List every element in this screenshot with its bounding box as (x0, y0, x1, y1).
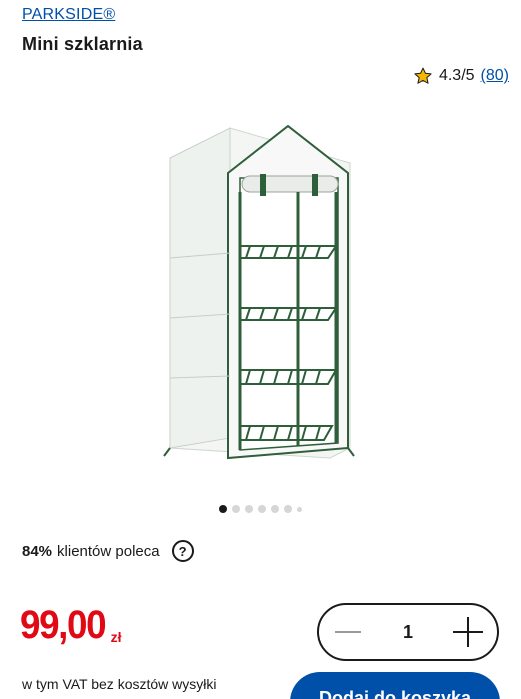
carousel-dot[interactable] (271, 505, 279, 513)
price-amount: 99,00 (20, 603, 107, 647)
quantity-stepper: 1 (317, 603, 499, 661)
recommend-text: klientów poleca (57, 542, 160, 560)
product-image[interactable] (160, 118, 360, 478)
add-to-cart-button[interactable]: Dodaj do koszyka (290, 672, 500, 699)
help-icon[interactable]: ? (171, 540, 194, 562)
brand-link[interactable]: PARKSIDE® (22, 6, 115, 24)
rating-summary: 4.3/5 (80) (413, 66, 509, 86)
greenhouse-image (163, 124, 355, 460)
quantity-value[interactable]: 1 (403, 622, 413, 643)
recommendation-summary: 84% klientów poleca ? (22, 540, 194, 562)
recommend-percent: 84% (22, 542, 53, 560)
image-carousel-dots (0, 505, 521, 513)
increase-quantity-button[interactable] (452, 617, 483, 647)
star-icon (414, 67, 432, 84)
product-price: 99,00 zł (20, 603, 122, 648)
carousel-dot-active[interactable] (219, 505, 227, 513)
rating-score: 4.3/5 (438, 67, 475, 84)
carousel-dot[interactable] (297, 506, 302, 512)
rating-count-link[interactable]: (80) (481, 67, 509, 85)
vat-note: w tym VAT bez kosztów wysyłki (22, 676, 217, 692)
product-title: Mini szklarnia (22, 34, 143, 54)
carousel-dot[interactable] (232, 505, 240, 513)
decrease-quantity-button[interactable] (333, 617, 363, 647)
carousel-dot[interactable] (245, 505, 253, 513)
price-currency: zł (110, 629, 122, 645)
carousel-dot[interactable] (258, 505, 266, 513)
minus-icon (335, 631, 361, 633)
carousel-dot[interactable] (284, 505, 292, 513)
